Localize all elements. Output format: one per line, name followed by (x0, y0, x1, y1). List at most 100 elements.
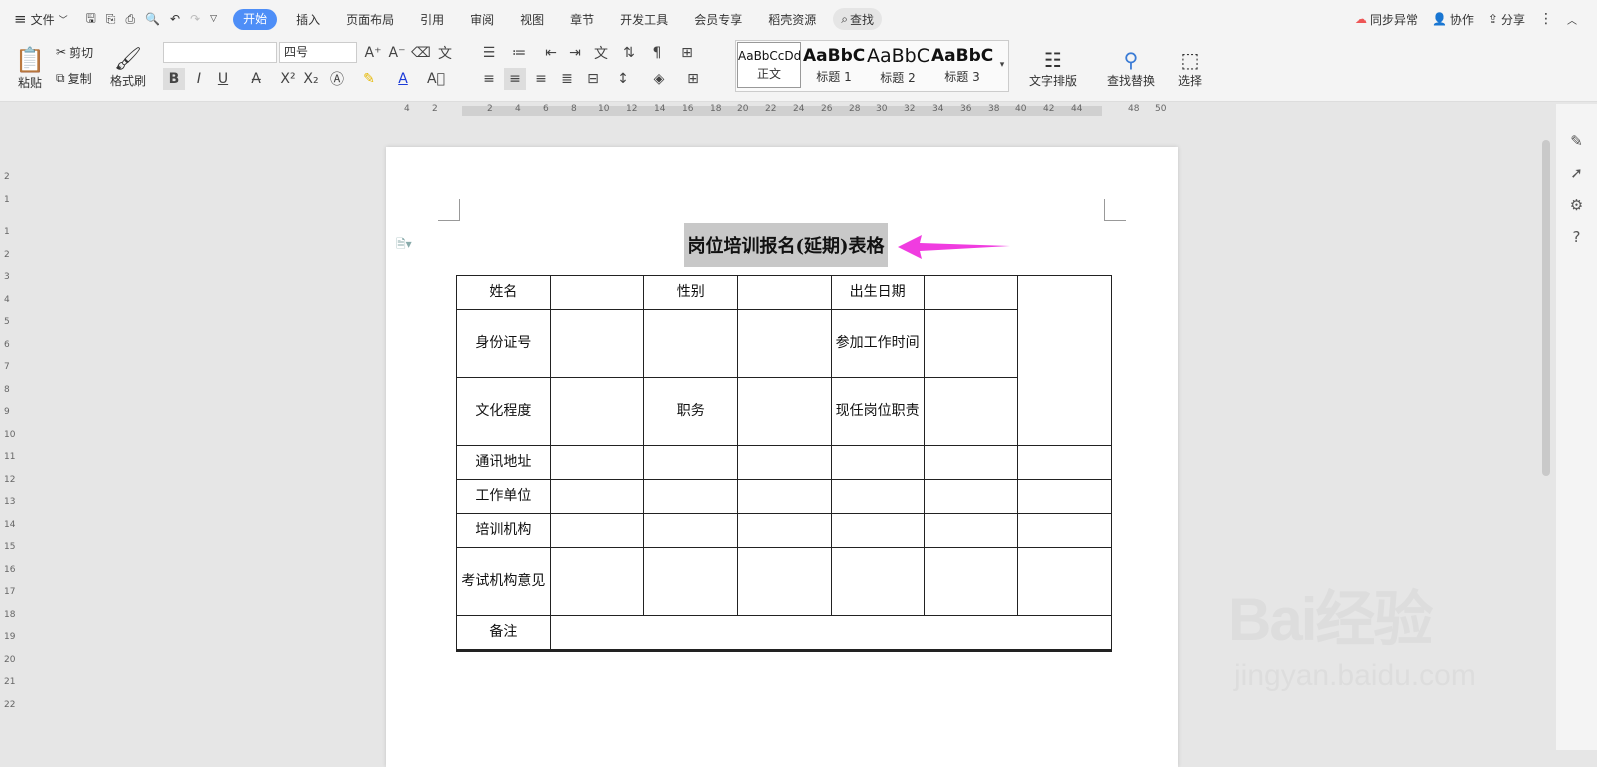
save-icon[interactable]: 🖫 (86, 9, 96, 30)
table-cell-label[interactable]: 身份证号 (456, 309, 551, 378)
print-preview-icon[interactable]: 🔍 (145, 12, 160, 26)
help-icon[interactable]: ? (1573, 228, 1581, 246)
text-layout-button[interactable]: ☷ 文字排版 (1022, 40, 1084, 96)
chinese-layout-icon[interactable]: 文 (590, 42, 612, 64)
table-cell[interactable] (830, 479, 925, 514)
settings-sliders-icon[interactable]: ⚙ (1570, 196, 1583, 214)
align-center-icon[interactable]: ≡ (504, 68, 526, 90)
table-cell-label[interactable]: 通讯地址 (456, 445, 551, 480)
clear-format-icon[interactable]: ⌫ (410, 42, 432, 64)
file-menu[interactable]: ≡ 文件 ﹀ (14, 0, 68, 38)
table-cell[interactable] (737, 445, 832, 480)
borders-icon[interactable]: ⊞ (682, 68, 704, 90)
more-icon[interactable]: ⋮ (1539, 11, 1553, 27)
bold-icon[interactable]: B (163, 68, 185, 90)
table-cell-label[interactable]: 性别 (643, 275, 739, 310)
line-spacing-icon[interactable]: ↕ (612, 68, 634, 90)
pointer-icon[interactable]: ➚ (1570, 164, 1583, 182)
tab-references[interactable]: 引用 (407, 11, 457, 28)
table-cell[interactable] (549, 377, 645, 446)
decrease-indent-icon[interactable]: ⇤ (540, 42, 562, 64)
table-cell[interactable] (549, 309, 645, 378)
table-cell[interactable] (923, 479, 1019, 514)
strikethrough-icon[interactable]: A̶ (245, 68, 267, 90)
table-cell[interactable] (737, 377, 832, 446)
cut-button[interactable]: ✂ 剪切 (56, 40, 93, 64)
table-cell-label[interactable]: 文化程度 (456, 377, 551, 446)
table-cell[interactable] (830, 513, 925, 548)
style-heading-3[interactable]: AaBbC 标题 3 (930, 42, 994, 88)
underline-icon[interactable]: U (212, 68, 234, 90)
table-cell-label[interactable]: 职务 (643, 377, 739, 446)
table-cell[interactable] (737, 650, 832, 652)
table-cell[interactable] (737, 275, 832, 310)
table-cell[interactable] (737, 309, 832, 378)
table-cell[interactable] (549, 547, 645, 616)
align-left-icon[interactable]: ≡ (478, 68, 500, 90)
table-cell[interactable] (643, 650, 739, 652)
font-family-select[interactable] (163, 42, 277, 63)
table-cell[interactable] (643, 309, 739, 378)
style-heading-1[interactable]: AaBbC 标题 1 (802, 42, 866, 88)
table-cell[interactable] (643, 479, 739, 514)
show-marks-icon[interactable]: ¶ (646, 42, 668, 64)
select-button[interactable]: ⬚ 选择 (1168, 40, 1212, 96)
table-cell[interactable] (1017, 513, 1112, 548)
document-page[interactable]: 🗎▾ 岗位培训报名(延期)表格 姓名 性别 出生日期 身份证号 参加工作时间 文… (386, 147, 1178, 767)
tab-member[interactable]: 会员专享 (681, 11, 755, 28)
style-heading-2[interactable]: AaBbC 标题 2 (866, 42, 930, 88)
tab-docer[interactable]: 稻壳资源 (755, 11, 829, 28)
distribute-icon[interactable]: ⊟ (582, 68, 604, 90)
tab-insert[interactable]: 插入 (283, 11, 333, 28)
table-cell[interactable] (456, 650, 551, 652)
gallery-scroll-icon[interactable]: ▾ (996, 42, 1008, 88)
table-cell[interactable] (549, 445, 645, 480)
shrink-font-icon[interactable]: A⁻ (386, 42, 408, 64)
text-effect-icon[interactable]: Ⓐ (326, 68, 348, 90)
table-cell[interactable] (923, 513, 1019, 548)
subscript-icon[interactable]: X₂ (300, 68, 322, 90)
table-cell[interactable] (830, 547, 925, 616)
tab-stops-icon[interactable]: ⊞ (676, 42, 698, 64)
grow-font-icon[interactable]: A⁺ (362, 42, 384, 64)
justify-icon[interactable]: ≣ (556, 68, 578, 90)
redo-icon[interactable]: ↷ (190, 12, 200, 26)
table-cell[interactable] (923, 309, 1019, 378)
copy-button[interactable]: ⧉ 复制 (56, 66, 92, 90)
table-cell[interactable] (1017, 650, 1112, 652)
tab-page-layout[interactable]: 页面布局 (333, 11, 407, 28)
edit-pen-icon[interactable]: ✎ (1570, 132, 1583, 150)
customize-icon[interactable]: ▽ (210, 14, 217, 24)
table-cell[interactable] (549, 479, 645, 514)
table-cell[interactable] (549, 513, 645, 548)
tab-review[interactable]: 审阅 (457, 11, 507, 28)
collapse-icon[interactable]: ︿ (1567, 12, 1577, 27)
table-cell-label[interactable]: 工作单位 (456, 479, 551, 514)
font-size-select[interactable]: 四号 (279, 42, 357, 63)
table-cell[interactable] (923, 377, 1019, 446)
photo-cell[interactable] (1017, 275, 1112, 446)
highlight-icon[interactable]: ✎ (358, 68, 380, 90)
table-cell-label[interactable]: 备注 (456, 615, 551, 650)
table-cell[interactable] (923, 650, 1019, 652)
char-border-icon[interactable]: A⃞ (425, 68, 447, 90)
increase-indent-icon[interactable]: ⇥ (564, 42, 586, 64)
table-cell[interactable] (737, 547, 832, 616)
numbered-list-icon[interactable]: ≔ (508, 42, 530, 64)
table-cell[interactable] (549, 650, 645, 652)
collaborate-button[interactable]: 👤 协作 (1432, 0, 1474, 38)
table-cell-label[interactable]: 考试机构意见 (456, 547, 551, 616)
format-painter-button[interactable]: 🖌 格式刷 (108, 40, 148, 96)
table-cell[interactable] (923, 547, 1019, 616)
table-cell[interactable] (1017, 445, 1112, 480)
table-cell[interactable] (549, 615, 1113, 650)
sync-status-button[interactable]: ☁ 同步异常 (1355, 0, 1418, 38)
undo-icon[interactable]: ↶ (170, 12, 180, 26)
table-cell[interactable] (737, 479, 832, 514)
tab-section[interactable]: 章节 (557, 11, 607, 28)
paragraph-layout-icon[interactable]: 🗎▾ (396, 235, 412, 256)
export-icon[interactable]: ⎘ (106, 12, 116, 27)
find-replace-button[interactable]: ⚲ 查找替换 (1100, 40, 1162, 96)
share-button[interactable]: ⇪ 分享 (1488, 0, 1525, 38)
bullet-list-icon[interactable]: ☰ (478, 42, 500, 64)
